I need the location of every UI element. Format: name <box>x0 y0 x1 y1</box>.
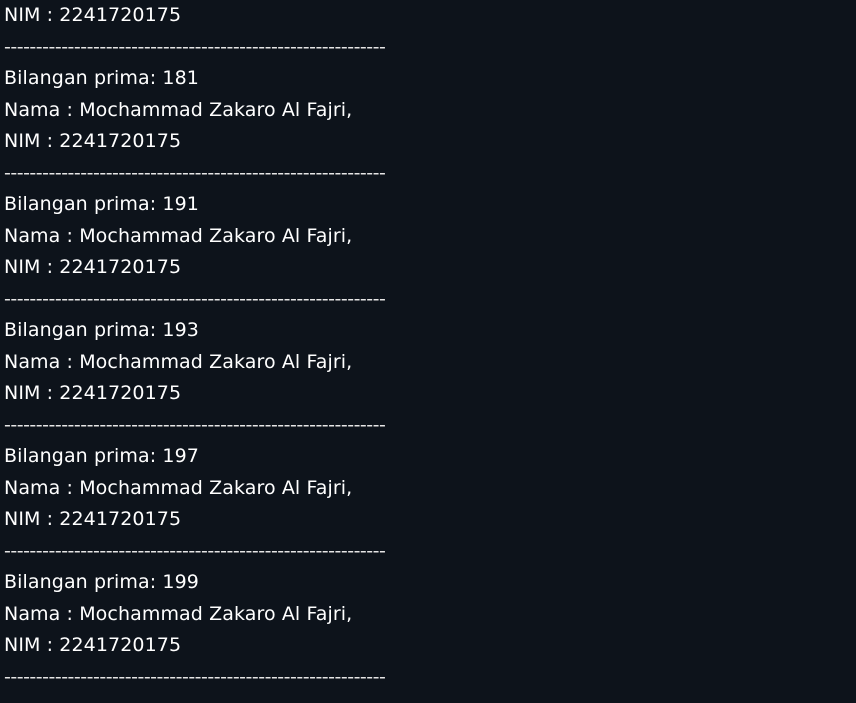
prime-line: Bilangan prima: 199 <box>4 571 199 593</box>
divider-line: ----------------------------------------… <box>4 35 386 58</box>
console-output: NIM : 2241720175 -----------------------… <box>0 0 856 703</box>
output-block: Bilangan prima: 191 Nama : Mochammad Zak… <box>4 189 856 315</box>
output-block: Bilangan prima: 181 Nama : Mochammad Zak… <box>4 63 856 189</box>
divider-line: ----------------------------------------… <box>4 413 386 436</box>
name-line: Nama : Mochammad Zakaro Al Fajri, <box>4 224 353 247</box>
name-line: Nama : Mochammad Zakaro Al Fajri, <box>4 350 353 373</box>
nim-line-top: NIM : 2241720175 <box>4 4 182 26</box>
nim-line: NIM : 2241720175 <box>4 130 182 152</box>
prime-line: Bilangan prima: 181 <box>4 67 199 89</box>
prime-line: Bilangan prima: 193 <box>4 319 199 341</box>
output-block: Bilangan prima: 199 Nama : Mochammad Zak… <box>4 567 856 693</box>
nim-line: NIM : 2241720175 <box>4 634 182 656</box>
nim-line: NIM : 2241720175 <box>4 382 182 404</box>
nim-line: NIM : 2241720175 <box>4 256 182 278</box>
prime-line: Bilangan prima: 191 <box>4 193 199 215</box>
divider-line: ----------------------------------------… <box>4 539 386 562</box>
prime-line: Bilangan prima: 197 <box>4 445 199 467</box>
nim-line: NIM : 2241720175 <box>4 508 182 530</box>
name-line: Nama : Mochammad Zakaro Al Fajri, <box>4 98 353 121</box>
output-block: Bilangan prima: 193 Nama : Mochammad Zak… <box>4 315 856 441</box>
divider-line: ----------------------------------------… <box>4 287 386 310</box>
divider-line: ----------------------------------------… <box>4 161 386 184</box>
divider-line: ----------------------------------------… <box>4 665 386 688</box>
output-block: Bilangan prima: 197 Nama : Mochammad Zak… <box>4 441 856 567</box>
name-line: Nama : Mochammad Zakaro Al Fajri, <box>4 476 353 499</box>
name-line: Nama : Mochammad Zakaro Al Fajri, <box>4 602 353 625</box>
